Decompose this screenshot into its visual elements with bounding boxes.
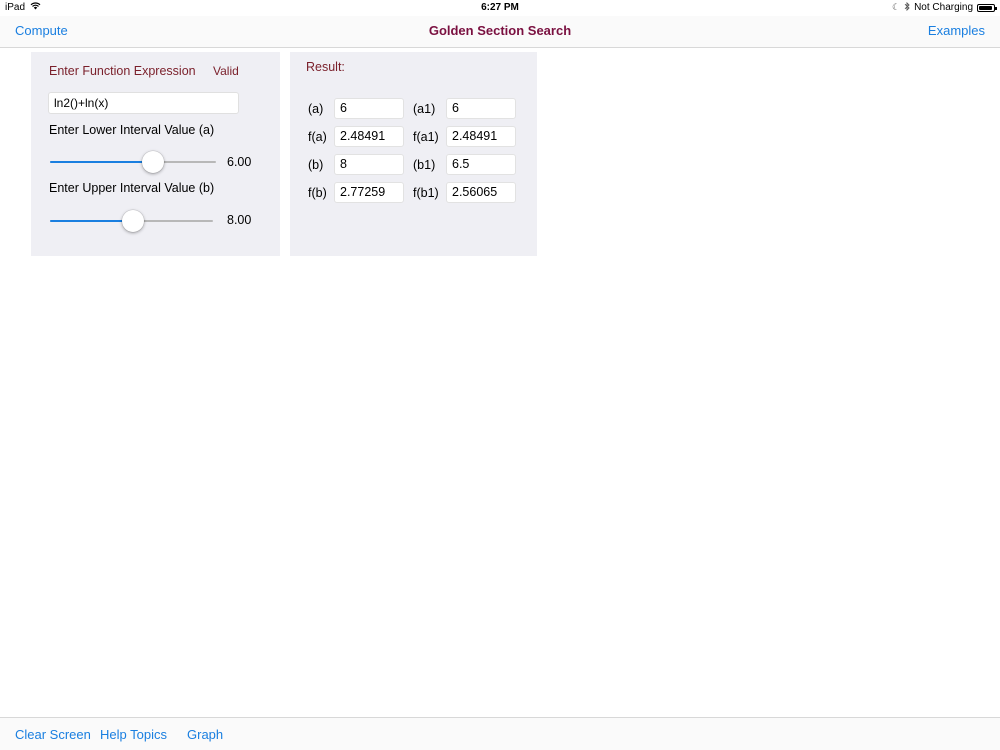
- result-label-fa: f(a): [308, 130, 327, 144]
- result-value-fb1: 2.56065: [446, 182, 516, 203]
- graph-button[interactable]: Graph: [187, 727, 223, 742]
- examples-button[interactable]: Examples: [928, 23, 985, 38]
- upper-interval-slider[interactable]: [50, 210, 213, 232]
- page-title: Golden Section Search: [428, 23, 572, 38]
- result-title: Result:: [306, 60, 345, 74]
- result-label-a: (a): [308, 102, 324, 116]
- status-right: ☾ Not Charging: [892, 1, 997, 13]
- result-value-fb: 2.77259: [334, 182, 404, 203]
- battery-text: Not Charging: [914, 2, 973, 13]
- result-value-b: 8: [334, 154, 404, 175]
- status-time: 6:27 PM: [481, 2, 519, 13]
- result-label-b1: (b1): [413, 158, 436, 172]
- result-label-fb1: f(b1): [413, 186, 439, 200]
- battery-level: [979, 5, 992, 10]
- result-value-fa: 2.48491: [334, 126, 404, 147]
- lower-interval-value: 6.00: [227, 155, 252, 169]
- slider-thumb[interactable]: [122, 210, 145, 232]
- function-input[interactable]: [48, 92, 239, 114]
- function-label: Enter Function Expression: [49, 64, 196, 78]
- result-panel: Result: (a) 6 (a1) 6 f(a) 2.48491 f(a1) …: [290, 52, 537, 256]
- slider-fill: [50, 161, 153, 163]
- lower-interval-slider[interactable]: [50, 151, 216, 173]
- result-value-a1: 6: [446, 98, 516, 119]
- result-label-a1: (a1): [413, 102, 436, 116]
- moon-icon: ☾: [892, 2, 901, 12]
- compute-button[interactable]: Compute: [15, 23, 68, 38]
- valid-status: Valid: [213, 64, 239, 78]
- upper-interval-label: Enter Upper Interval Value (b): [49, 181, 215, 195]
- battery-icon: [977, 3, 997, 12]
- bottom-toolbar: Clear Screen Help Topics Graph: [0, 717, 1000, 750]
- upper-interval-value: 8.00: [227, 213, 252, 227]
- input-panel: Enter Function Expression Valid Enter Lo…: [31, 52, 280, 256]
- result-label-fb: f(b): [308, 186, 327, 200]
- result-value-fa1: 2.48491: [446, 126, 516, 147]
- navigation-bar: Compute Golden Section Search Examples: [0, 16, 1000, 48]
- slider-fill: [50, 220, 134, 222]
- result-label-b: (b): [308, 158, 324, 172]
- bluetooth-icon: [904, 1, 910, 13]
- result-value-a: 6: [334, 98, 404, 119]
- result-value-b1: 6.5: [446, 154, 516, 175]
- help-topics-button[interactable]: Help Topics: [100, 727, 167, 742]
- clear-screen-button[interactable]: Clear Screen: [15, 727, 91, 742]
- slider-thumb[interactable]: [141, 151, 164, 173]
- result-label-fa1: f(a1): [413, 130, 439, 144]
- status-bar: iPad 6:27 PM ☾ Not Charging: [0, 0, 1000, 16]
- lower-interval-label: Enter Lower Interval Value (a): [49, 123, 215, 137]
